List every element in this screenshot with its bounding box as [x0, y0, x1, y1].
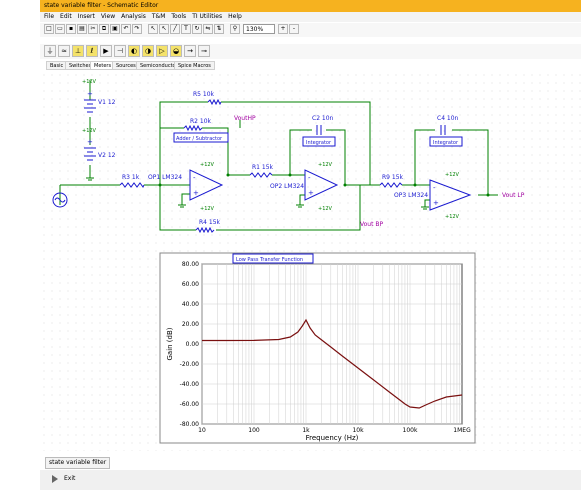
- y-tick-label: 20.00: [182, 321, 199, 328]
- vout-hp-label: VoutHP: [234, 115, 256, 122]
- y-tick-label: 0.00: [186, 341, 200, 348]
- op1-label: OP1 LM324: [148, 174, 182, 181]
- op2-plus: +: [308, 189, 314, 197]
- battery-v2: [84, 147, 96, 161]
- op1-plus: +: [193, 189, 199, 197]
- capacitor-c2: [316, 125, 322, 135]
- schematic-drawing: V1 12 V2 12 + + +12V +12V R5 10k R2 10k …: [52, 79, 525, 444]
- junction-dots: [158, 173, 490, 197]
- x-axis-label: Frequency (Hz): [306, 434, 359, 442]
- ground-icon: [86, 177, 94, 181]
- r5-label: R5 10k: [193, 91, 215, 98]
- r2-label: R2 10k: [190, 118, 212, 125]
- resistor-r4: [195, 226, 215, 234]
- x-tick-label: 1MEG: [453, 427, 471, 434]
- v2-plus: +: [87, 138, 93, 146]
- x-tick-label: 100k: [403, 427, 418, 434]
- resistor-r5: [207, 98, 222, 106]
- op3-plus: +: [433, 199, 439, 207]
- x-tick-label: 100: [248, 427, 260, 434]
- op1-vneg: +12V: [200, 206, 215, 212]
- ground-icon: [421, 206, 429, 210]
- ground-icon: [178, 204, 186, 208]
- op2-minus: -: [308, 174, 311, 182]
- junction-dot: [486, 193, 490, 197]
- exit-button[interactable]: Exit: [64, 475, 75, 482]
- resistor-r2: [183, 124, 203, 132]
- y-axis-label: Gain (dB): [166, 327, 174, 360]
- r3-label: R3 1k: [122, 174, 140, 181]
- junction-dot: [158, 183, 162, 187]
- integrator2-label: Integrator: [433, 140, 459, 146]
- ground-symbols: [86, 177, 429, 210]
- op3-label: OP3 LM324: [394, 192, 428, 199]
- y-tick-label: -60.00: [180, 401, 200, 408]
- adder-label: Adder / Subtractor: [176, 136, 223, 142]
- c4-label: C4 10n: [437, 115, 459, 122]
- r9-label: R9 15k: [382, 174, 404, 181]
- op2-label: OP2 LM324: [270, 183, 304, 190]
- y-tick-label: -20.00: [180, 361, 200, 368]
- op3-vpos: +12V: [445, 172, 460, 178]
- supply-label-top: +12V: [82, 79, 97, 85]
- resistor-r1: [249, 172, 273, 178]
- junction-dot: [226, 173, 230, 177]
- vout-bp-label: Vout BP: [360, 221, 383, 228]
- op2-vpos: +12V: [318, 162, 333, 168]
- y-tick-label: 60.00: [182, 281, 199, 288]
- ground-icon: [296, 204, 304, 208]
- op1-vpos: +12V: [200, 162, 215, 168]
- integrator1-label: Integrator: [306, 140, 332, 146]
- schematic-labels: V1 12 V2 12 + + +12V +12V R5 10k R2 10k …: [82, 79, 525, 228]
- supply-label-mid: +12V: [82, 128, 97, 134]
- circuit-wires: [59, 80, 498, 231]
- x-tick-label: 10k: [352, 427, 364, 434]
- junction-dot: [288, 173, 292, 177]
- v1-plus: +: [87, 90, 93, 98]
- r1-label: R1 15k: [252, 164, 274, 171]
- battery-v1: [84, 99, 96, 113]
- y-tick-label: -80.00: [180, 421, 200, 428]
- resistor-r3: [119, 182, 145, 188]
- op1-minus: -: [193, 174, 196, 182]
- v1-label: V1 12: [98, 99, 116, 106]
- chart-title: Low Pass Transfer Function: [236, 257, 303, 263]
- status-bar: Exit: [40, 470, 581, 490]
- op3-minus: -: [433, 184, 436, 192]
- v2-label: V2 12: [98, 152, 116, 159]
- document-tab[interactable]: state variable filter: [45, 457, 111, 469]
- resistor-r9: [379, 182, 403, 188]
- capacitor-c4: [440, 125, 446, 135]
- x-tick-label: 1k: [302, 427, 310, 434]
- junction-dot: [413, 183, 417, 187]
- plot-window: 80.00 60.00 40.00 20.00 0.00 -20.00 -40.00 -60.…: [159, 252, 476, 444]
- r4-label: R4 15k: [199, 219, 221, 226]
- junction-dot: [343, 183, 347, 187]
- y-tick-label: 80.00: [182, 261, 199, 268]
- op2-vneg: +12V: [318, 206, 333, 212]
- play-icon[interactable]: [52, 475, 58, 483]
- op3-vneg: +12V: [445, 214, 460, 220]
- y-tick-label: -40.00: [180, 381, 200, 388]
- x-tick-label: 10: [198, 427, 206, 434]
- vout-lp-label: Vout LP: [502, 192, 525, 199]
- y-tick-label: 40.00: [182, 301, 199, 308]
- c2-label: C2 10n: [312, 115, 334, 122]
